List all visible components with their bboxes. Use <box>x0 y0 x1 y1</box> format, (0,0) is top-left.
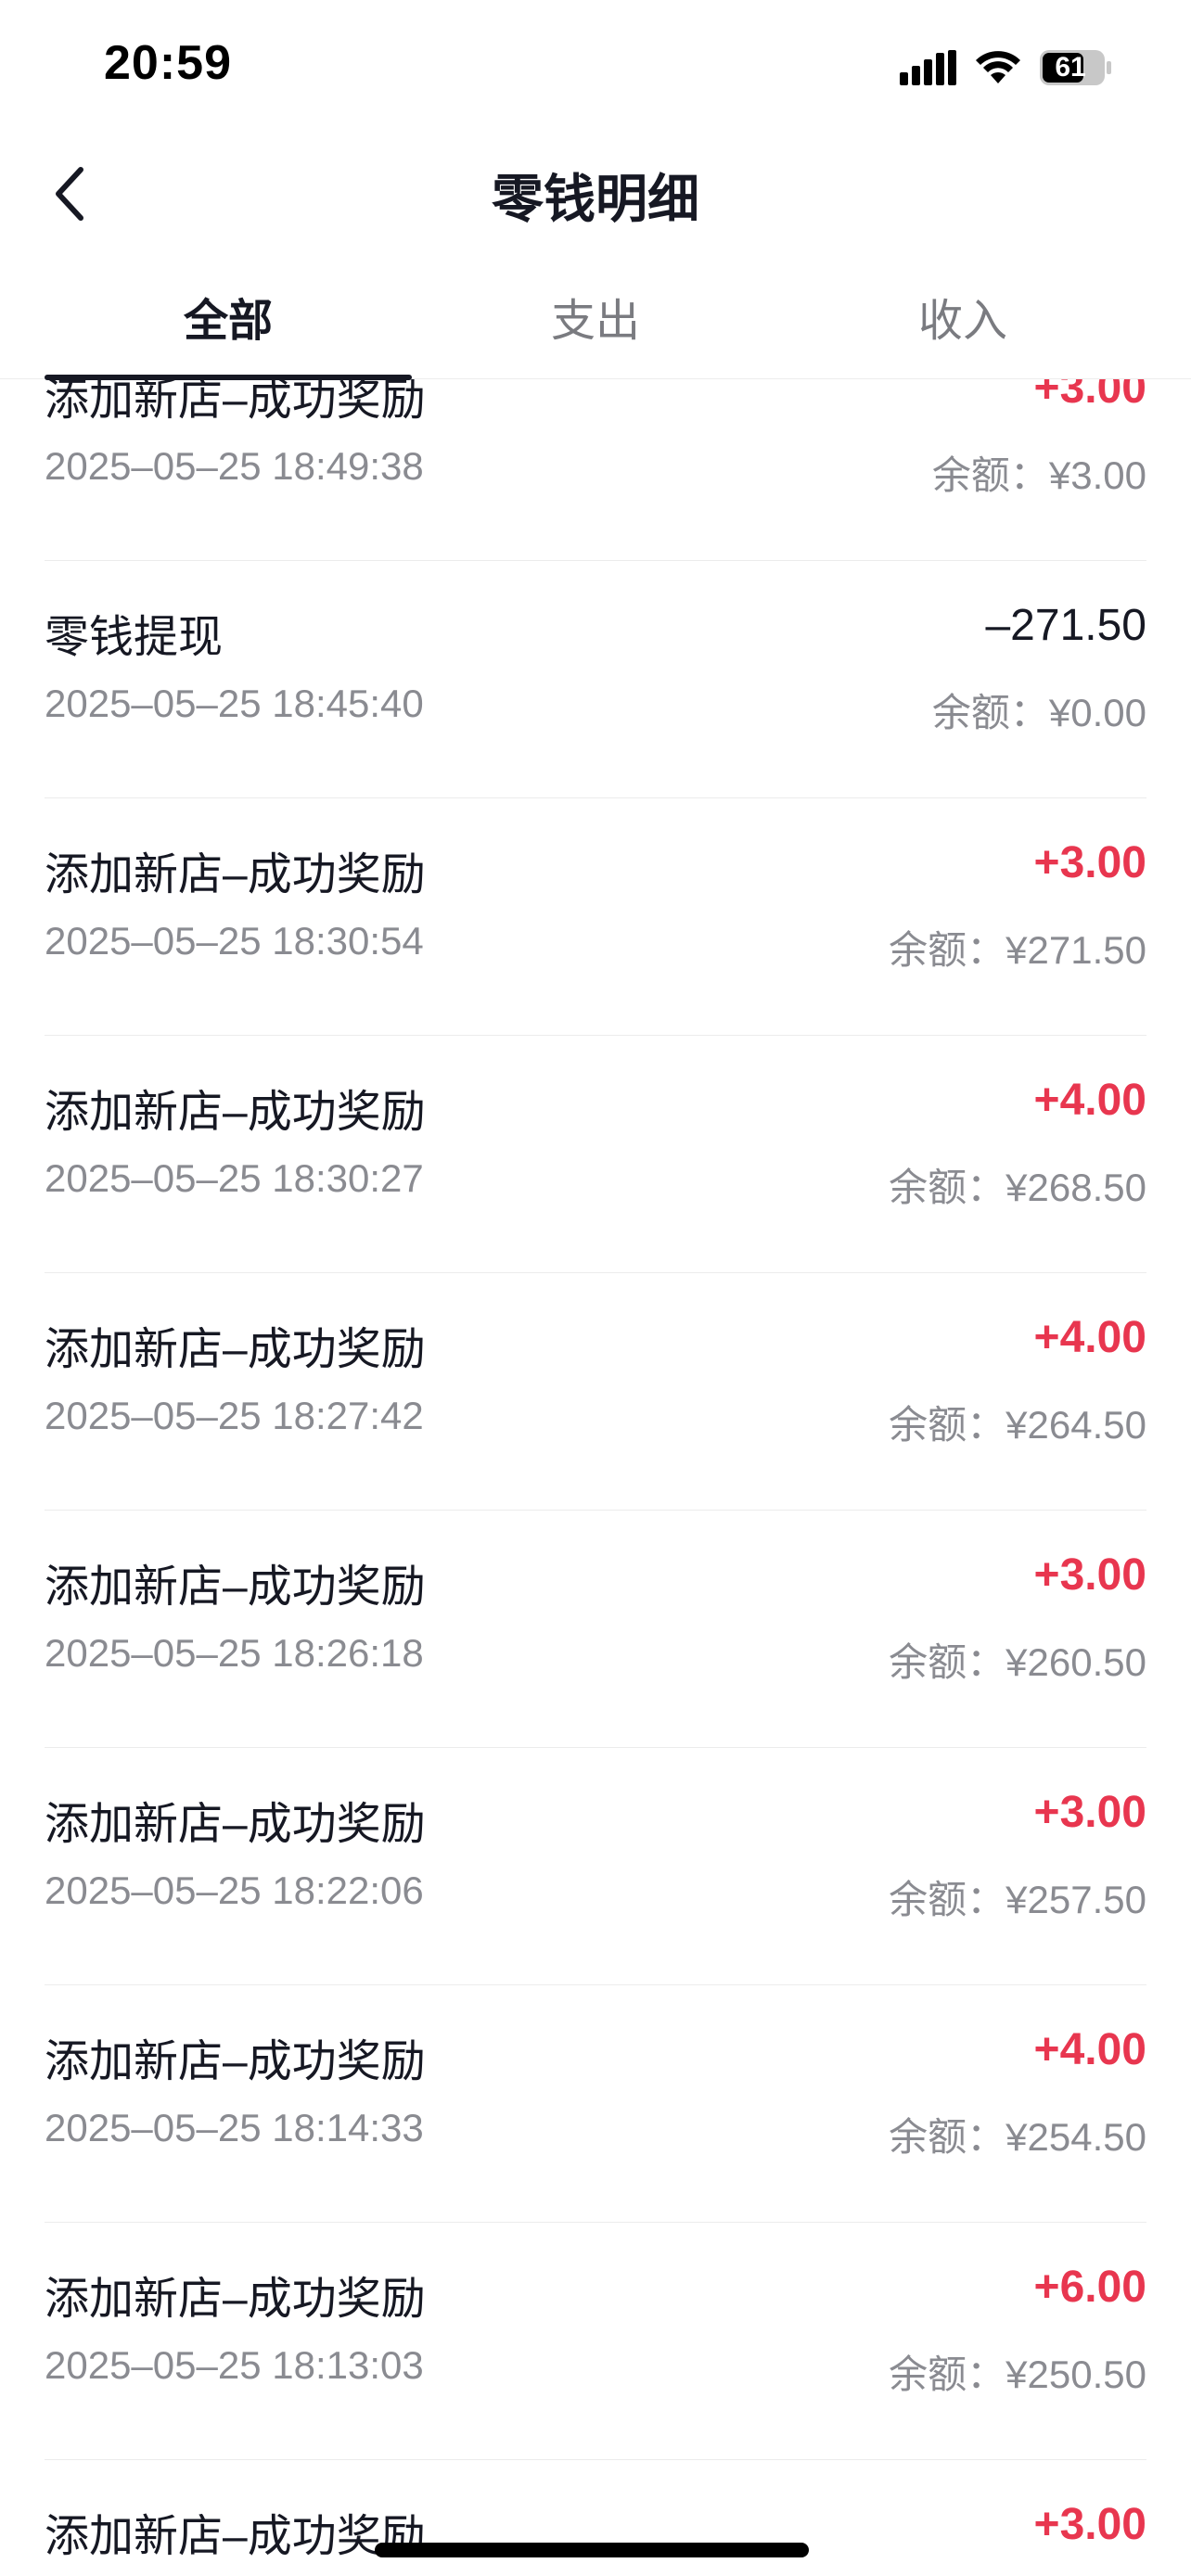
tab-expense[interactable]: 支出 <box>456 284 735 349</box>
page-title: 零钱明细 <box>492 170 699 228</box>
transaction-balance: 余额：¥264.50 <box>889 1403 1146 1447</box>
transaction-amount: +3.00 <box>1033 379 1146 413</box>
transaction-time: 2025–05–25 18:22:06 <box>45 1868 424 1912</box>
transaction-amount: –271.50 <box>985 601 1146 650</box>
transaction-time: 2025–05–25 18:49:38 <box>45 444 424 488</box>
tab-all[interactable]: 全部 <box>89 284 367 349</box>
transaction-time: 2025–05–25 18:45:40 <box>45 682 424 725</box>
transaction-title: 零钱提现 <box>45 613 224 662</box>
home-indicator[interactable] <box>375 2543 809 2557</box>
transaction-amount: +4.00 <box>1033 1076 1146 1125</box>
transaction-row[interactable]: 添加新店–成功奖励 +3.00 2025–05–25 18:30:54 余额：¥… <box>45 798 1146 1036</box>
transaction-row[interactable]: 添加新店–成功奖励 +3.00 2025–05–25 18:22:06 余额：¥… <box>45 1748 1146 1985</box>
transaction-amount: +3.00 <box>1033 1550 1146 1600</box>
status-time: 20:59 <box>104 36 232 90</box>
transaction-row[interactable]: 添加新店–成功奖励 +4.00 2025–05–25 18:30:27 余额：¥… <box>45 1036 1146 1273</box>
transaction-time: 2025–05–25 18:14:33 <box>45 2106 424 2149</box>
transaction-row[interactable]: 添加新店–成功奖励 +6.00 2025–05–25 18:13:03 余额：¥… <box>45 2223 1146 2460</box>
transaction-balance: 余额：¥254.50 <box>889 2115 1146 2159</box>
transaction-balance: 余额：¥260.50 <box>889 1640 1146 1684</box>
transaction-title: 添加新店–成功奖励 <box>45 379 426 425</box>
transaction-row[interactable]: 添加新店–成功奖励 +4.00 2025–05–25 18:14:33 余额：¥… <box>45 1985 1146 2223</box>
transaction-list-content: 添加新店–成功奖励 +3.00 2025–05–25 18:49:38 余额：¥… <box>0 379 1191 2576</box>
transaction-title: 添加新店–成功奖励 <box>45 2512 426 2561</box>
tab-active-indicator <box>45 375 412 380</box>
transaction-time: 2025–05–25 18:30:27 <box>45 1156 424 1200</box>
cellular-signal-icon <box>900 50 957 85</box>
transaction-title: 添加新店–成功奖励 <box>45 2037 426 2086</box>
transaction-balance: 余额：¥257.50 <box>889 1878 1146 1921</box>
transaction-title: 添加新店–成功奖励 <box>45 1562 426 1612</box>
transaction-amount: +6.00 <box>1033 2263 1146 2312</box>
status-bar: 20:59 61 <box>0 0 1191 139</box>
battery-icon: 61 <box>1039 49 1113 86</box>
transaction-title: 添加新店–成功奖励 <box>45 850 426 899</box>
transaction-title: 添加新店–成功奖励 <box>45 1325 426 1374</box>
transaction-row[interactable]: 添加新店–成功奖励 +3.00 <box>45 2460 1146 2576</box>
transaction-balance: 余额：¥268.50 <box>889 1166 1146 1209</box>
transaction-balance: 余额：¥271.50 <box>889 928 1146 972</box>
transaction-time: 2025–05–25 18:13:03 <box>45 2343 424 2387</box>
transaction-balance: 余额：¥3.00 <box>931 453 1146 497</box>
transaction-amount: +3.00 <box>1033 2500 1146 2549</box>
transaction-balance: 余额：¥250.50 <box>889 2353 1146 2396</box>
transaction-row[interactable]: 添加新店–成功奖励 +4.00 2025–05–25 18:27:42 余额：¥… <box>45 1273 1146 1511</box>
battery-level: 61 <box>1055 52 1086 83</box>
transaction-amount: +3.00 <box>1033 838 1146 887</box>
transaction-balance: 余额：¥0.00 <box>931 691 1146 734</box>
tab-income[interactable]: 收入 <box>824 284 1102 349</box>
transaction-title: 添加新店–成功奖励 <box>45 2275 426 2324</box>
wifi-icon <box>974 50 1022 85</box>
status-icons: 61 <box>900 46 1113 89</box>
transaction-amount: +3.00 <box>1033 1788 1146 1837</box>
transaction-time: 2025–05–25 18:30:54 <box>45 919 424 963</box>
transaction-row[interactable]: 添加新店–成功奖励 +3.00 2025–05–25 18:26:18 余额：¥… <box>45 1511 1146 1748</box>
transaction-time: 2025–05–25 18:26:18 <box>45 1631 424 1675</box>
tab-bar: 全部 支出 收入 <box>0 271 1191 380</box>
transaction-row[interactable]: 零钱提现 –271.50 2025–05–25 18:45:40 余额：¥0.0… <box>45 561 1146 798</box>
transaction-list[interactable]: 添加新店–成功奖励 +3.00 2025–05–25 18:49:38 余额：¥… <box>0 379 1191 2576</box>
transaction-amount: +4.00 <box>1033 1313 1146 1362</box>
transaction-row[interactable]: 添加新店–成功奖励 +3.00 2025–05–25 18:49:38 余额：¥… <box>45 379 1146 561</box>
transaction-amount: +4.00 <box>1033 2025 1146 2074</box>
transaction-title: 添加新店–成功奖励 <box>45 1088 426 1137</box>
transaction-title: 添加新店–成功奖励 <box>45 1800 426 1849</box>
transaction-time: 2025–05–25 18:27:42 <box>45 1394 424 1437</box>
nav-bar: 零钱明细 <box>0 139 1191 249</box>
